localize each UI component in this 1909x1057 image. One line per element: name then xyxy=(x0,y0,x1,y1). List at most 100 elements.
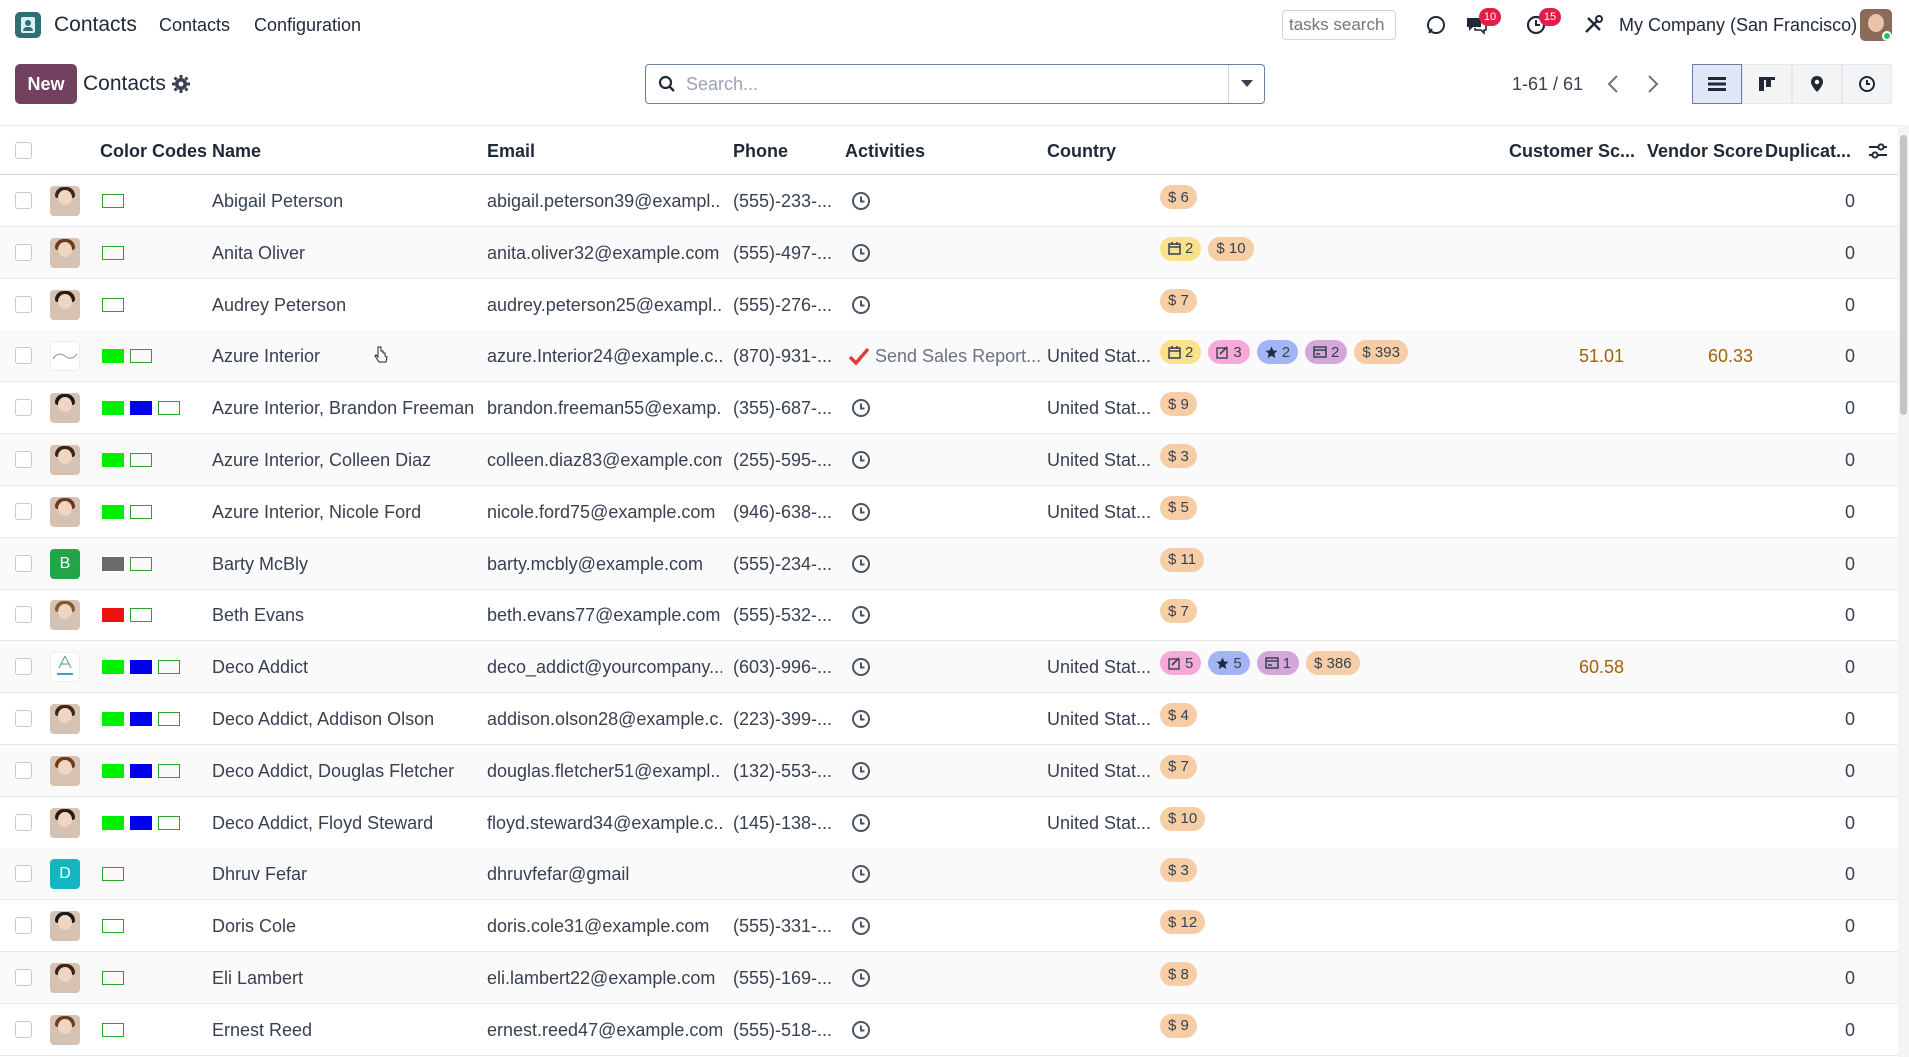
invoices-tag[interactable]: 1 xyxy=(1256,651,1300,676)
sales-tag[interactable]: $ 393 xyxy=(1354,340,1408,365)
sales-tag[interactable]: $ 10 xyxy=(1160,806,1206,831)
activity-clock-icon[interactable] xyxy=(850,501,872,523)
column-customer-score[interactable]: Customer Sc... xyxy=(1509,141,1635,162)
row-checkbox[interactable] xyxy=(15,502,32,520)
pager-value[interactable]: 1-61 / 61 xyxy=(1512,74,1583,95)
table-row[interactable]: Deco Addict deco_addict@yourcompany.... (6… xyxy=(0,641,1900,694)
table-row[interactable]: Azure Interior, Brandon Freeman brandon.f… xyxy=(0,382,1900,435)
sales-tag[interactable]: $ 8 xyxy=(1160,962,1197,986)
activity-summary[interactable]: Send Sales Report... xyxy=(875,346,1041,367)
sales-tag[interactable]: $ 7 xyxy=(1160,754,1197,779)
row-checkbox[interactable] xyxy=(15,761,32,779)
sales-tag[interactable]: $ 6 xyxy=(1160,185,1197,209)
activity-clock-icon[interactable] xyxy=(850,242,872,264)
select-all-checkbox[interactable] xyxy=(15,142,32,159)
column-activities[interactable]: Activities xyxy=(845,141,925,162)
activity-clock-icon[interactable] xyxy=(850,812,872,834)
row-checkbox[interactable] xyxy=(15,710,32,727)
column-color-codes[interactable]: Color Codes xyxy=(100,141,207,162)
sales-tag[interactable]: $ 3 xyxy=(1160,444,1197,468)
table-row[interactable]: Anita Oliver anita.oliver32@example.com (5… xyxy=(0,226,1900,279)
table-row[interactable]: D Dhruv Fefar dhruvfefar@gmail $ 3 0 xyxy=(0,848,1900,901)
activity-clock-icon[interactable] xyxy=(850,915,872,937)
table-row[interactable]: Eli Lambert eli.lambert22@example.com (555… xyxy=(0,952,1900,1004)
activity-clock-icon[interactable] xyxy=(850,190,872,212)
sales-tag[interactable]: $ 11 xyxy=(1160,547,1205,572)
rating-tag[interactable]: 2 xyxy=(1256,340,1299,365)
app-title[interactable]: Contacts xyxy=(54,13,137,37)
table-row[interactable]: Azure Interior, Nicole Ford nicole.ford75… xyxy=(0,486,1900,538)
activity-clock-icon[interactable] xyxy=(850,449,872,471)
activity-clock-icon[interactable] xyxy=(850,708,872,730)
sales-tag[interactable]: $ 4 xyxy=(1160,703,1197,727)
tasks-search-input[interactable] xyxy=(1282,10,1396,40)
activity-clock-icon[interactable] xyxy=(850,656,872,678)
column-duplicates[interactable]: Duplicat... xyxy=(1765,141,1851,162)
row-checkbox[interactable] xyxy=(15,192,32,209)
search-input[interactable] xyxy=(686,71,1206,97)
row-checkbox[interactable] xyxy=(15,813,32,831)
menu-configuration[interactable]: Configuration xyxy=(254,15,361,36)
search-options-toggle[interactable] xyxy=(1228,65,1264,103)
tasks-tag[interactable]: 3 xyxy=(1208,340,1250,365)
gear-icon[interactable] xyxy=(171,74,191,94)
vertical-scrollbar[interactable] xyxy=(1898,125,1909,1057)
debug-tools-icon[interactable] xyxy=(1580,12,1606,38)
optional-columns-icon[interactable] xyxy=(1868,142,1888,165)
sales-tag[interactable]: $ 3 xyxy=(1160,858,1197,883)
user-avatar[interactable] xyxy=(1860,9,1892,41)
messages-icon[interactable]: 10 xyxy=(1463,8,1501,38)
row-checkbox[interactable] xyxy=(15,658,32,676)
pager-next-button[interactable] xyxy=(1633,64,1673,104)
sales-tag[interactable]: $ 386 xyxy=(1306,651,1360,676)
row-checkbox[interactable] xyxy=(15,399,32,417)
table-row[interactable]: Azure Interior, Colleen Diaz colleen.diaz… xyxy=(0,434,1900,486)
column-email[interactable]: Email xyxy=(487,141,535,162)
row-checkbox[interactable] xyxy=(15,969,32,986)
row-checkbox[interactable] xyxy=(15,1020,32,1038)
list-view-button[interactable] xyxy=(1692,64,1742,104)
table-row[interactable]: Abigail Peterson abigail.peterson39@examp… xyxy=(0,175,1900,227)
invoices-tag[interactable]: 2 xyxy=(1305,340,1348,365)
tasks-tag[interactable]: 5 xyxy=(1160,651,1202,676)
rating-tag[interactable]: 5 xyxy=(1208,651,1250,676)
activity-clock-icon[interactable] xyxy=(850,863,872,885)
kanban-view-button[interactable] xyxy=(1742,64,1792,104)
checkmark-icon[interactable] xyxy=(848,345,870,367)
table-row[interactable]: Azure Interior azure.Interior24@example.c… xyxy=(0,330,1900,383)
sales-tag[interactable]: $ 7 xyxy=(1160,288,1197,313)
table-row[interactable]: B Barty McBly barty.mcbly@example.com (555)… xyxy=(0,537,1900,590)
company-switcher[interactable]: My Company (San Francisco) xyxy=(1619,15,1857,36)
column-name[interactable]: Name xyxy=(212,141,261,162)
new-button[interactable]: New xyxy=(15,64,77,104)
meetings-tag[interactable]: 2 xyxy=(1160,340,1202,365)
activities-clock-icon[interactable]: 15 xyxy=(1523,8,1561,38)
table-row[interactable]: Ernest Reed ernest.reed47@example.com (555… xyxy=(0,1004,1900,1056)
menu-contacts[interactable]: Contacts xyxy=(159,15,230,36)
row-checkbox[interactable] xyxy=(15,347,32,365)
scrollbar-thumb[interactable] xyxy=(1900,135,1907,415)
activity-clock-icon[interactable] xyxy=(850,294,872,316)
contacts-app-icon[interactable] xyxy=(15,12,41,38)
row-checkbox[interactable] xyxy=(15,917,32,935)
column-country[interactable]: Country xyxy=(1047,141,1116,162)
row-checkbox[interactable] xyxy=(15,451,32,468)
table-row[interactable]: Audrey Peterson audrey.peterson25@exampl.… xyxy=(0,279,1900,331)
table-row[interactable]: Deco Addict, Addison Olson addison.olson2… xyxy=(0,693,1900,745)
row-checkbox[interactable] xyxy=(15,295,32,313)
activity-clock-icon[interactable] xyxy=(850,760,872,782)
activity-clock-icon[interactable] xyxy=(850,604,872,626)
activity-clock-icon[interactable] xyxy=(850,1019,872,1041)
meetings-tag[interactable]: 2 xyxy=(1160,236,1202,261)
row-checkbox[interactable] xyxy=(15,243,32,261)
row-checkbox[interactable] xyxy=(15,606,32,624)
discuss-icon[interactable] xyxy=(1423,12,1449,38)
column-vendor-score[interactable]: Vendor Score xyxy=(1647,141,1763,162)
activity-clock-icon[interactable] xyxy=(850,397,872,419)
sales-tag[interactable]: $ 9 xyxy=(1160,1013,1197,1038)
row-checkbox[interactable] xyxy=(15,865,32,883)
table-row[interactable]: Deco Addict, Floyd Steward floyd.steward3… xyxy=(0,797,1900,849)
pager-previous-button[interactable] xyxy=(1593,64,1633,104)
activity-view-button[interactable] xyxy=(1842,64,1892,104)
table-row[interactable]: Beth Evans beth.evans77@example.com (555)-… xyxy=(0,589,1900,642)
